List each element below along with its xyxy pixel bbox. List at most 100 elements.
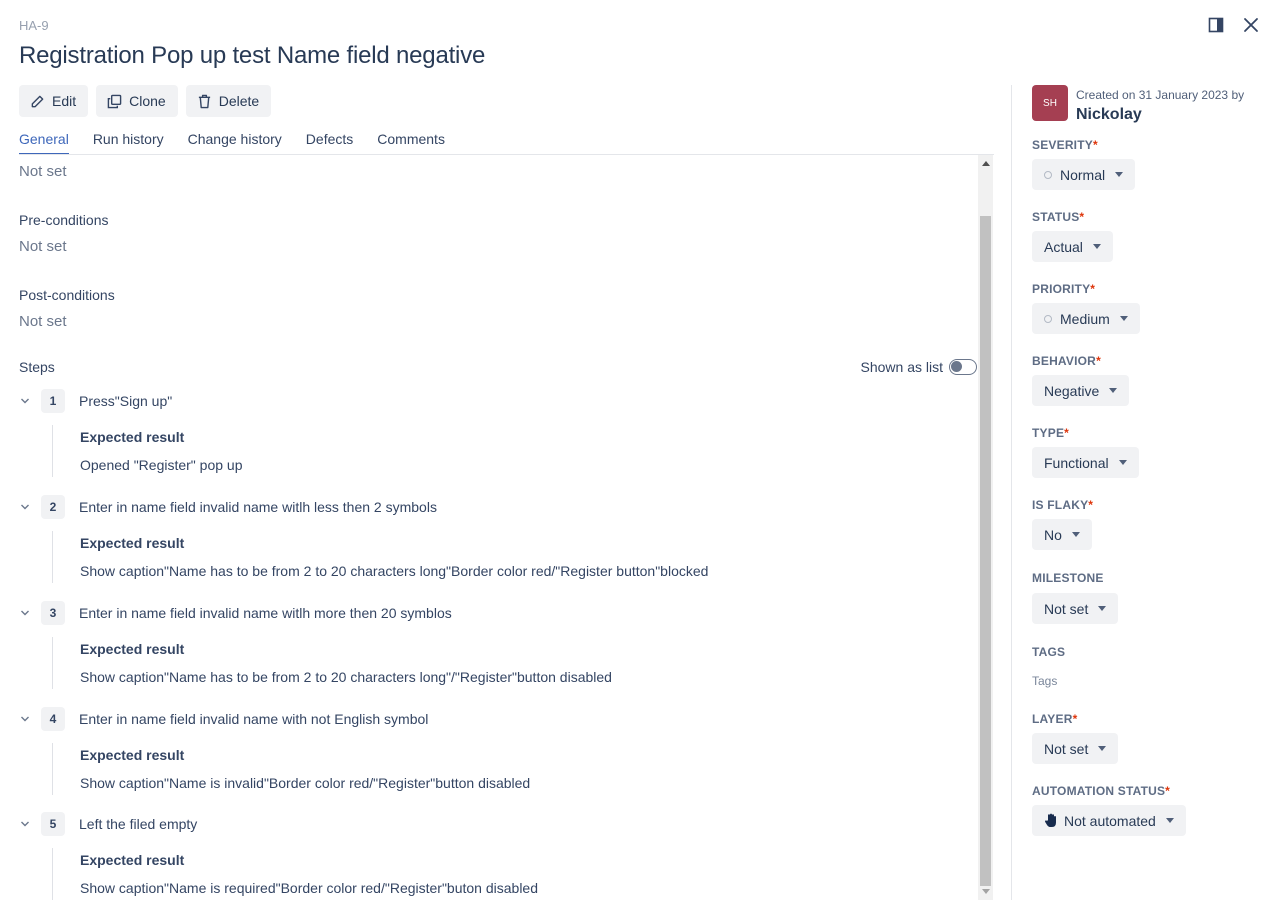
circle-icon: [1044, 314, 1052, 323]
caret-down-icon: [1071, 532, 1080, 537]
steps-header: Steps Shown as list: [19, 359, 977, 379]
trash-icon: [197, 94, 212, 109]
action-toolbar: Edit Clone Delete: [19, 85, 272, 117]
step-action: Enter in name field invalid name witlh l…: [79, 499, 437, 515]
close-icon[interactable]: [1240, 14, 1262, 36]
tab-defects[interactable]: Defects: [306, 131, 353, 155]
type-label: TYPE*: [1032, 426, 1070, 440]
step-action: Enter in name field invalid name with no…: [79, 711, 429, 727]
caret-down-icon: [1115, 172, 1124, 177]
page-title: Registration Pop up test Name field nega…: [19, 42, 486, 69]
layer-select[interactable]: Not set: [1032, 733, 1119, 764]
is-flaky-value: No: [1044, 526, 1062, 543]
step-divider: [52, 848, 53, 900]
priority-label: PRIORITY*: [1032, 282, 1096, 296]
delete-button[interactable]: Delete: [185, 85, 272, 117]
chevron-down-icon[interactable]: [19, 607, 31, 619]
preconditions-label: Pre-conditions: [19, 212, 109, 228]
chevron-down-icon[interactable]: [19, 713, 31, 725]
created-by-name[interactable]: Nickolay: [1076, 106, 1142, 124]
tags-input[interactable]: Tags: [1032, 674, 1057, 688]
side-panel-icon[interactable]: [1205, 14, 1227, 36]
step-divider: [52, 743, 53, 795]
tab-change-history[interactable]: Change history: [188, 131, 282, 155]
shown-as-list-toggle[interactable]: [949, 359, 977, 375]
step-number: 5: [41, 812, 65, 836]
pencil-icon: [30, 94, 45, 109]
chevron-down-icon[interactable]: [19, 395, 31, 407]
tab-general[interactable]: General: [19, 131, 69, 155]
type-value: Functional: [1044, 454, 1109, 471]
shown-as-list-control: Shown as list: [861, 359, 977, 375]
content-scrollbar[interactable]: [978, 155, 993, 900]
clone-button[interactable]: Clone: [96, 85, 178, 117]
preconditions-value: Not set: [19, 238, 67, 255]
expected-result-label: Expected result: [80, 747, 185, 763]
hand-icon: [1044, 813, 1058, 828]
step-item: 5 Left the filed empty Expected result S…: [19, 812, 977, 900]
edit-button-label: Edit: [52, 93, 77, 109]
created-info: Created on 31 January 2023 by: [1076, 88, 1245, 102]
severity-select[interactable]: Normal: [1032, 159, 1136, 190]
tab-comments[interactable]: Comments: [377, 131, 445, 155]
step-action: Left the filed empty: [79, 816, 198, 832]
circle-icon: [1044, 170, 1052, 179]
automation-status-value: Not automated: [1064, 812, 1156, 829]
severity-label: SEVERITY*: [1032, 138, 1098, 152]
status-label: STATUS*: [1032, 210, 1085, 224]
automation-status-select[interactable]: Not automated: [1032, 805, 1186, 836]
copy-icon: [107, 94, 122, 109]
layer-value: Not set: [1044, 740, 1089, 757]
postconditions-label: Post-conditions: [19, 287, 115, 303]
clone-button-label: Clone: [129, 93, 166, 109]
behavior-select[interactable]: Negative: [1032, 375, 1130, 406]
caret-down-icon: [1165, 818, 1174, 823]
type-select[interactable]: Functional: [1032, 447, 1139, 478]
step-item: 4 Enter in name field invalid name with …: [19, 707, 977, 807]
edit-button[interactable]: Edit: [19, 85, 89, 117]
step-number: 2: [41, 495, 65, 519]
tab-run-history[interactable]: Run history: [93, 131, 164, 155]
scroll-up-arrow[interactable]: [982, 161, 990, 166]
expected-result-text: Show caption"Name is required"Border col…: [80, 880, 539, 896]
priority-select[interactable]: Medium: [1032, 303, 1140, 334]
scroll-thumb[interactable]: [980, 216, 991, 886]
step-action: Press"Sign up": [79, 393, 173, 409]
avatar: SH: [1032, 85, 1068, 121]
layer-label: LAYER*: [1032, 712, 1078, 726]
expected-result-label: Expected result: [80, 852, 185, 868]
expected-result-label: Expected result: [80, 641, 185, 657]
step-number: 1: [41, 389, 65, 413]
behavior-value: Negative: [1044, 382, 1100, 399]
status-select[interactable]: Actual: [1032, 231, 1113, 262]
sidebar-divider: [1011, 85, 1012, 900]
expected-result-text: Show caption"Name has to be from 2 to 20…: [80, 563, 709, 579]
is-flaky-select[interactable]: No: [1032, 519, 1092, 550]
caret-down-icon: [1119, 316, 1128, 321]
scroll-down-arrow[interactable]: [982, 889, 990, 894]
tags-label: TAGS: [1032, 645, 1066, 659]
expected-result-text: Show caption"Name has to be from 2 to 20…: [80, 669, 612, 685]
chevron-down-icon[interactable]: [19, 501, 31, 513]
expected-result-label: Expected result: [80, 429, 185, 445]
milestone-select[interactable]: Not set: [1032, 593, 1119, 624]
general-tab-content: Not set Pre-conditions Not set Post-cond…: [19, 155, 977, 900]
caret-down-icon: [1098, 746, 1107, 751]
steps-label: Steps: [19, 359, 55, 375]
expected-result-label: Expected result: [80, 535, 185, 551]
postconditions-value: Not set: [19, 313, 67, 330]
step-number: 3: [41, 601, 65, 625]
step-number: 4: [41, 707, 65, 731]
caret-down-icon: [1098, 606, 1107, 611]
severity-value: Normal: [1060, 166, 1106, 183]
delete-button-label: Delete: [218, 93, 260, 109]
caret-down-icon: [1109, 388, 1118, 393]
chevron-down-icon[interactable]: [19, 818, 31, 830]
milestone-value: Not set: [1044, 600, 1089, 617]
description-value: Not set: [19, 163, 67, 180]
status-value: Actual: [1044, 238, 1083, 255]
step-item: 3 Enter in name field invalid name witlh…: [19, 601, 977, 701]
step-item: 2 Enter in name field invalid name witlh…: [19, 495, 977, 595]
priority-value: Medium: [1060, 310, 1110, 327]
step-action: Enter in name field invalid name witlh m…: [79, 605, 452, 621]
